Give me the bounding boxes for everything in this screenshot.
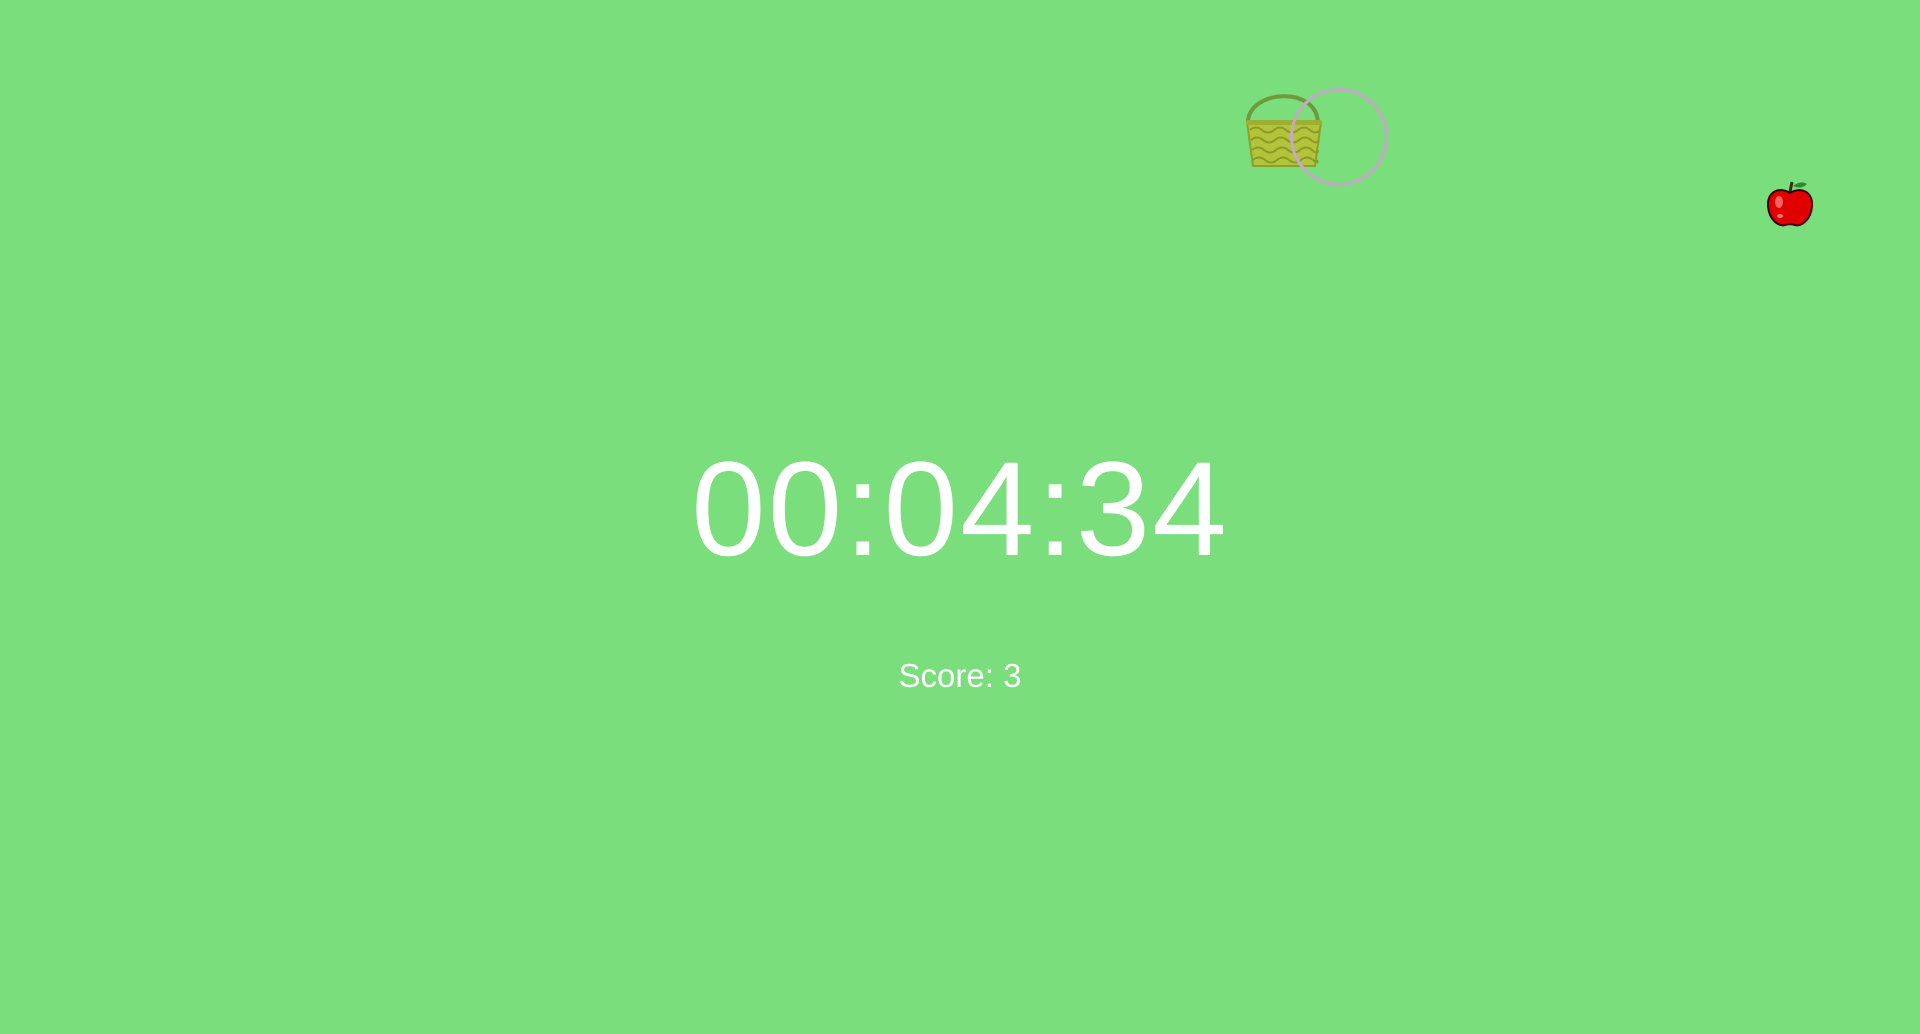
score-label: Score: 3 [898,657,1022,694]
apple-icon [1765,180,1815,228]
cursor-ring [1290,88,1388,186]
game-canvas[interactable]: 00:04:34 Score: 3 [0,0,1920,1034]
game-timer: 00:04:34 [691,435,1229,584]
